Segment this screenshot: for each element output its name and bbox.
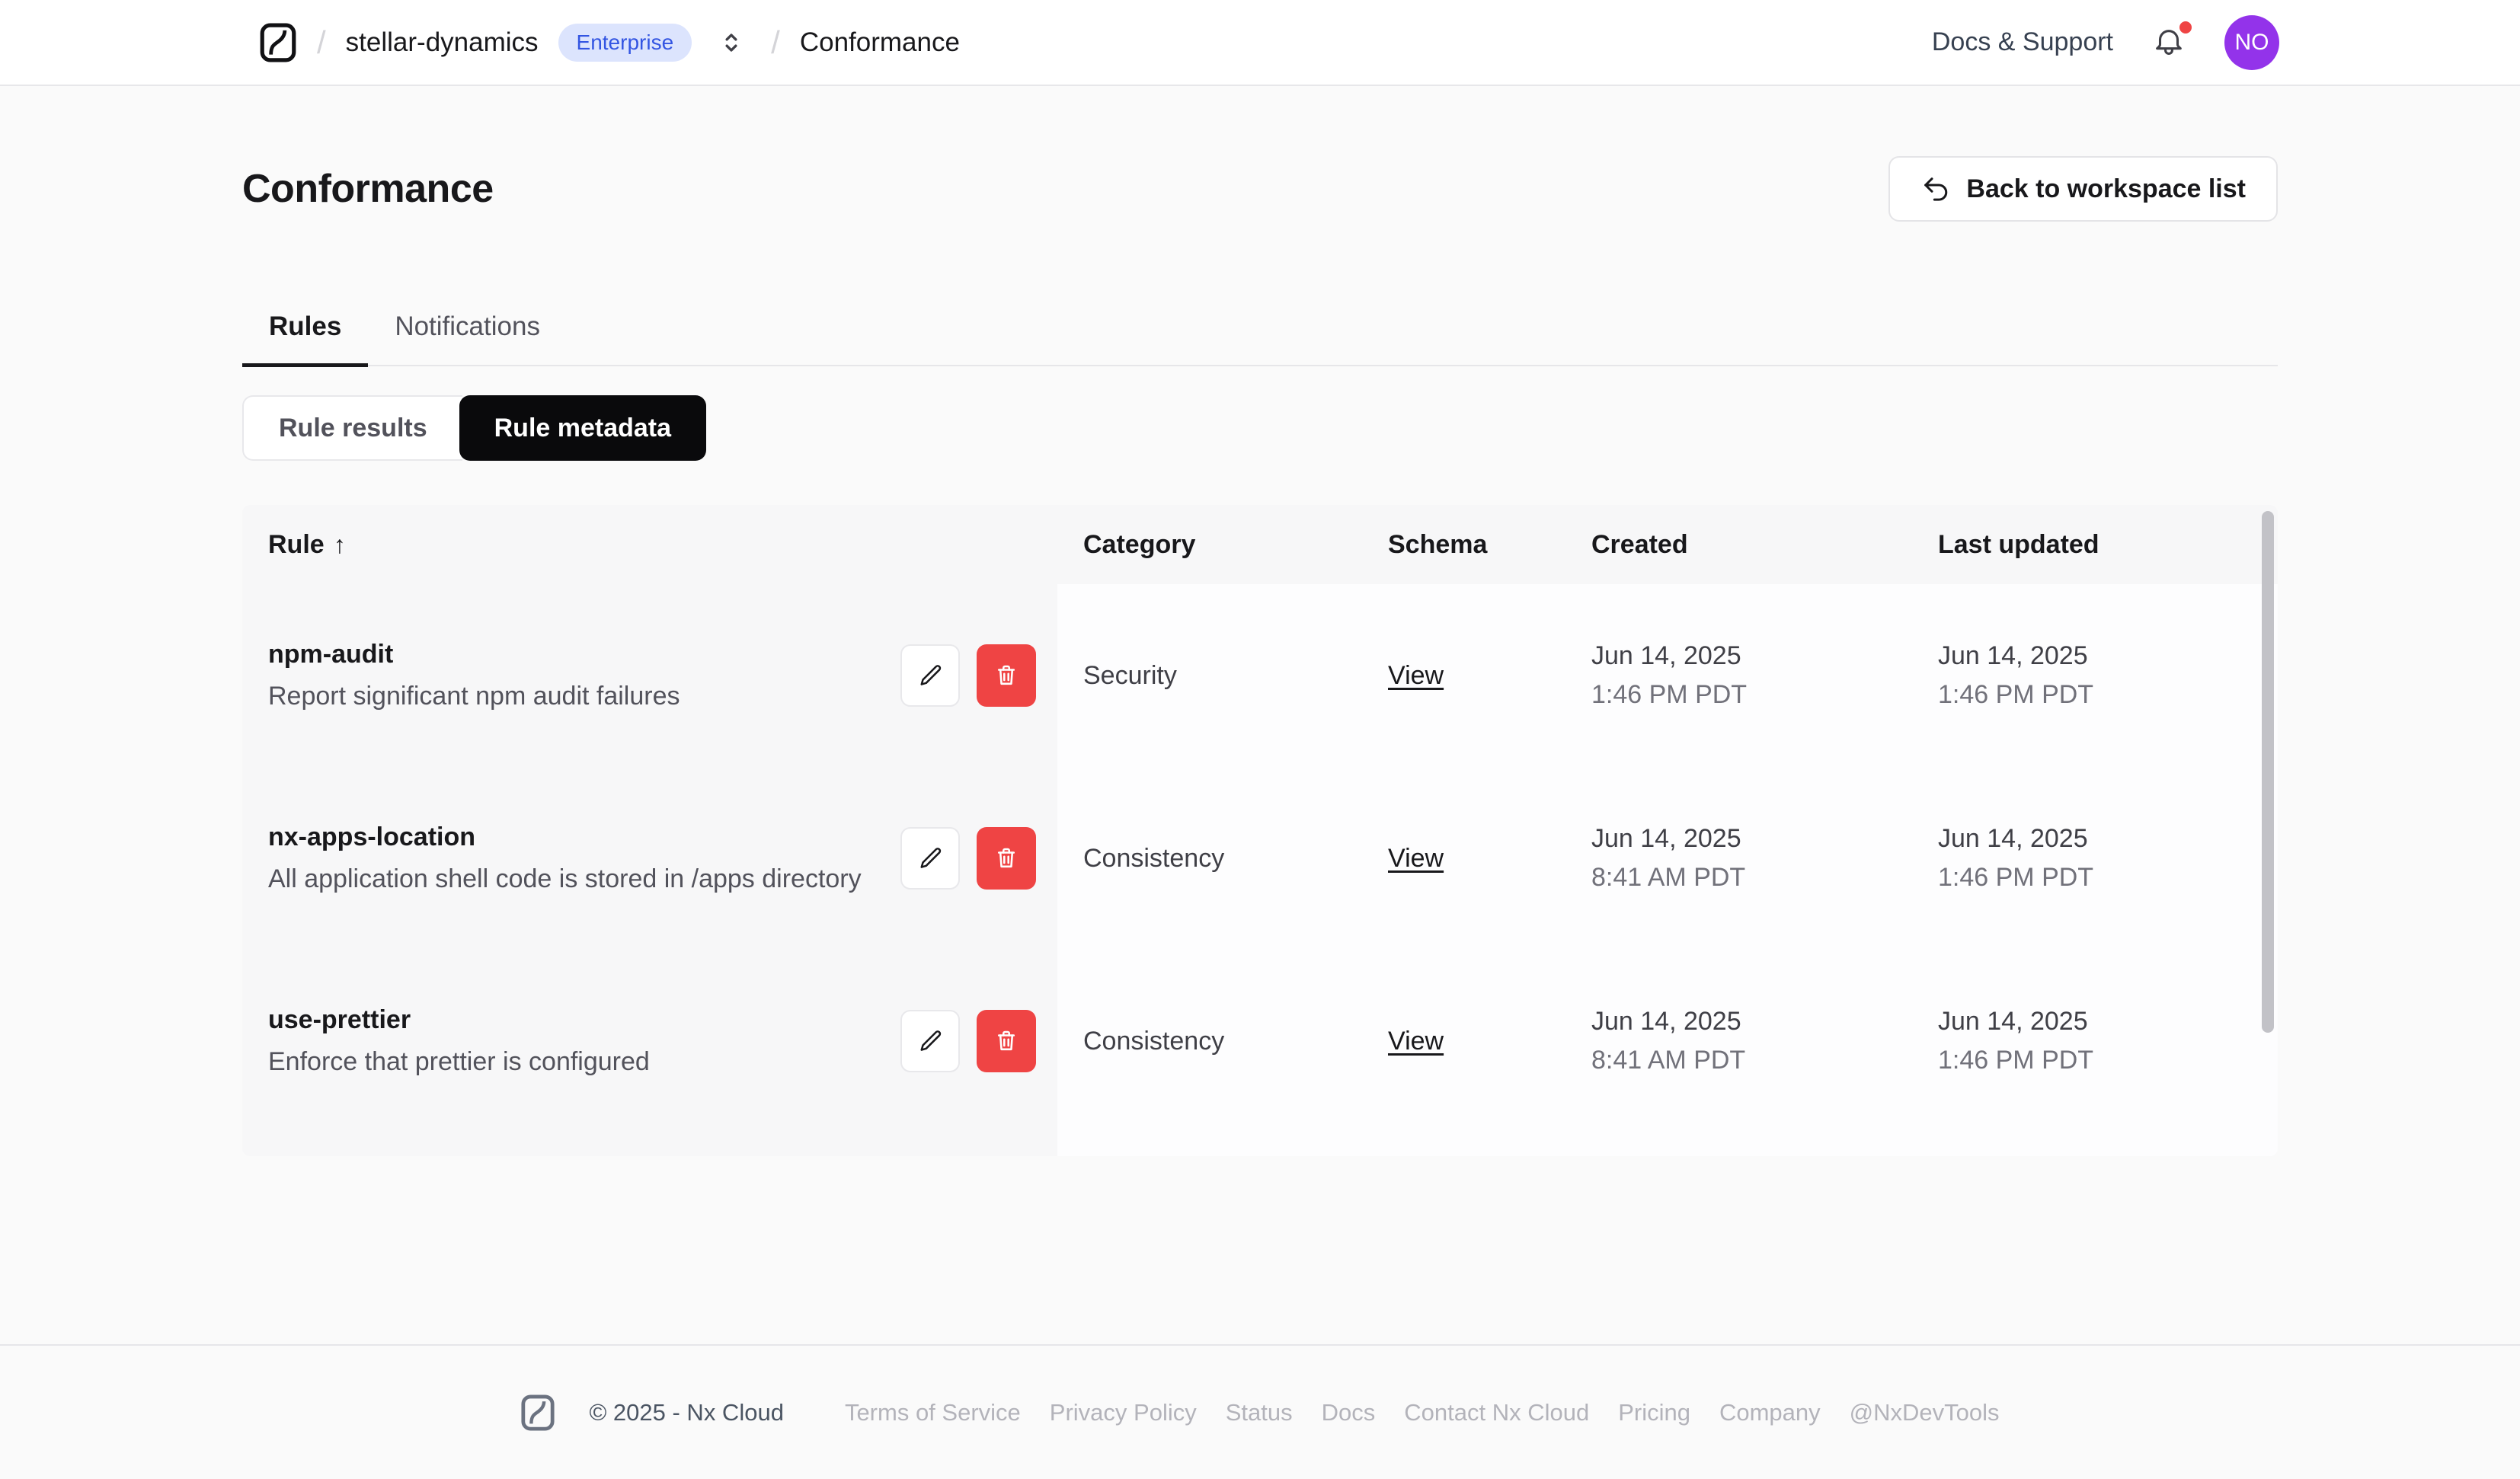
rule-cell: nx-apps-location All application shell c…	[242, 767, 1057, 950]
rules-table: Rule ↑ Category Schema Created Last upda…	[242, 505, 2278, 1156]
sort-ascending-icon: ↑	[333, 530, 346, 558]
created-cell: Jun 14, 2025 1:46 PM PDT	[1565, 641, 1912, 710]
view-schema-link[interactable]: View	[1388, 844, 1444, 873]
rule-category: Consistency	[1083, 843, 1225, 873]
created-time: 1:46 PM PDT	[1591, 680, 1748, 709]
footer-link-docs[interactable]: Docs	[1322, 1399, 1376, 1426]
breadcrumb: / stellar-dynamics Enterprise / Conforma…	[259, 22, 960, 63]
view-schema-link[interactable]: View	[1388, 661, 1444, 690]
breadcrumb-workspace[interactable]: stellar-dynamics	[346, 27, 539, 58]
nx-logo-icon	[520, 1394, 555, 1432]
table-row: npm-audit Report significant npm audit f…	[242, 584, 2278, 767]
created-cell: Jun 14, 2025 8:41 AM PDT	[1565, 824, 1912, 893]
footer-link-terms[interactable]: Terms of Service	[845, 1399, 1021, 1426]
pencil-icon	[916, 844, 945, 873]
footer-link-privacy[interactable]: Privacy Policy	[1050, 1399, 1197, 1426]
topbar-actions: Docs & Support NO	[1932, 14, 2279, 70]
created-cell: Jun 14, 2025 8:41 AM PDT	[1565, 1007, 1912, 1075]
column-header-rule[interactable]: Rule ↑	[242, 530, 1057, 560]
trash-icon	[993, 662, 1020, 689]
footer: © 2025 - Nx Cloud Terms of Service Priva…	[0, 1344, 2520, 1479]
updated-date: Jun 14, 2025	[1938, 641, 2088, 670]
workspace-switcher-button[interactable]	[712, 23, 751, 62]
delete-rule-button[interactable]	[977, 1010, 1036, 1072]
tab-notifications[interactable]: Notifications	[368, 311, 567, 367]
rule-description: All application shell code is stored in …	[268, 864, 862, 893]
rule-view-toggle: Rule results Rule metadata	[242, 395, 2278, 461]
column-header-last-updated[interactable]: Last updated	[1912, 530, 2278, 560]
topbar: / stellar-dynamics Enterprise / Conforma…	[0, 0, 2520, 86]
rule-metadata-button[interactable]: Rule metadata	[459, 395, 707, 461]
breadcrumb-separator: /	[317, 24, 326, 60]
updated-time: 1:46 PM PDT	[1938, 1046, 2094, 1075]
table-row: use-prettier Enforce that prettier is co…	[242, 950, 2278, 1132]
delete-rule-button[interactable]	[977, 644, 1036, 707]
rule-name: nx-apps-location	[268, 823, 476, 851]
created-date: Jun 14, 2025	[1591, 641, 1741, 670]
rule-results-button[interactable]: Rule results	[242, 395, 462, 461]
notification-dot	[2177, 18, 2194, 36]
nx-logo-icon[interactable]	[259, 22, 297, 63]
notifications-button[interactable]	[2148, 18, 2194, 63]
updated-time: 1:46 PM PDT	[1938, 863, 2094, 892]
trash-icon	[993, 1027, 1020, 1055]
created-time: 8:41 AM PDT	[1591, 863, 1746, 892]
footer-link-company[interactable]: Company	[1719, 1399, 1821, 1426]
table-scrollbar	[2258, 505, 2278, 1156]
docs-support-link[interactable]: Docs & Support	[1932, 27, 2113, 57]
avatar[interactable]: NO	[2224, 14, 2279, 70]
footer-copyright: © 2025 - Nx Cloud	[589, 1398, 784, 1426]
created-date: Jun 14, 2025	[1591, 1007, 1741, 1036]
pencil-icon	[916, 661, 945, 690]
edit-rule-button[interactable]	[900, 827, 960, 890]
table-row: nx-apps-location All application shell c…	[242, 767, 2278, 950]
rule-cell: use-prettier Enforce that prettier is co…	[242, 950, 1057, 1132]
rule-category: Consistency	[1083, 1026, 1225, 1056]
footer-links: Terms of Service Privacy Policy Status D…	[845, 1399, 2000, 1426]
page-title: Conformance	[242, 167, 494, 211]
footer-link-status[interactable]: Status	[1226, 1399, 1293, 1426]
created-time: 8:41 AM PDT	[1591, 1046, 1746, 1075]
column-header-category[interactable]: Category	[1057, 530, 1362, 560]
view-schema-link[interactable]: View	[1388, 1027, 1444, 1056]
updated-time: 1:46 PM PDT	[1938, 680, 2094, 709]
footer-link-contact[interactable]: Contact Nx Cloud	[1404, 1399, 1589, 1426]
created-date: Jun 14, 2025	[1591, 824, 1741, 853]
footer-link-twitter[interactable]: @NxDevTools	[1850, 1399, 2000, 1426]
rule-cell: npm-audit Report significant npm audit f…	[242, 584, 1057, 767]
column-header-created[interactable]: Created	[1565, 530, 1912, 560]
plan-badge: Enterprise	[558, 23, 692, 62]
tab-rules[interactable]: Rules	[242, 311, 369, 367]
updated-date: Jun 14, 2025	[1938, 1007, 2088, 1036]
edit-rule-button[interactable]	[900, 1010, 960, 1072]
back-to-workspace-list-button[interactable]: Back to workspace list	[1888, 156, 2278, 222]
delete-rule-button[interactable]	[977, 827, 1036, 890]
breadcrumb-separator: /	[771, 24, 780, 60]
rule-description: Report significant npm audit failures	[268, 682, 680, 711]
updated-cell: Jun 14, 2025 1:46 PM PDT	[1912, 1007, 2278, 1075]
rule-name: npm-audit	[268, 640, 394, 669]
tab-bar: Rules Notifications	[242, 311, 2278, 367]
table-spacer-row	[242, 1132, 2278, 1156]
trash-icon	[993, 845, 1020, 872]
return-arrow-icon	[1920, 174, 1951, 204]
chevron-up-down-icon	[716, 27, 747, 58]
footer-link-pricing[interactable]: Pricing	[1618, 1399, 1690, 1426]
main-content: Conformance Back to workspace list Rules…	[0, 86, 2520, 1344]
rule-name: use-prettier	[268, 1005, 411, 1034]
scrollbar-thumb[interactable]	[2262, 511, 2274, 1033]
pencil-icon	[916, 1027, 945, 1056]
rule-description: Enforce that prettier is configured	[268, 1047, 650, 1076]
breadcrumb-page: Conformance	[799, 27, 960, 57]
updated-date: Jun 14, 2025	[1938, 824, 2088, 853]
updated-cell: Jun 14, 2025 1:46 PM PDT	[1912, 824, 2278, 893]
column-header-schema[interactable]: Schema	[1362, 530, 1565, 560]
edit-rule-button[interactable]	[900, 644, 960, 707]
back-button-label: Back to workspace list	[1966, 174, 2246, 203]
rule-category: Security	[1083, 660, 1177, 690]
table-header-row: Rule ↑ Category Schema Created Last upda…	[242, 505, 2278, 584]
updated-cell: Jun 14, 2025 1:46 PM PDT	[1912, 641, 2278, 710]
